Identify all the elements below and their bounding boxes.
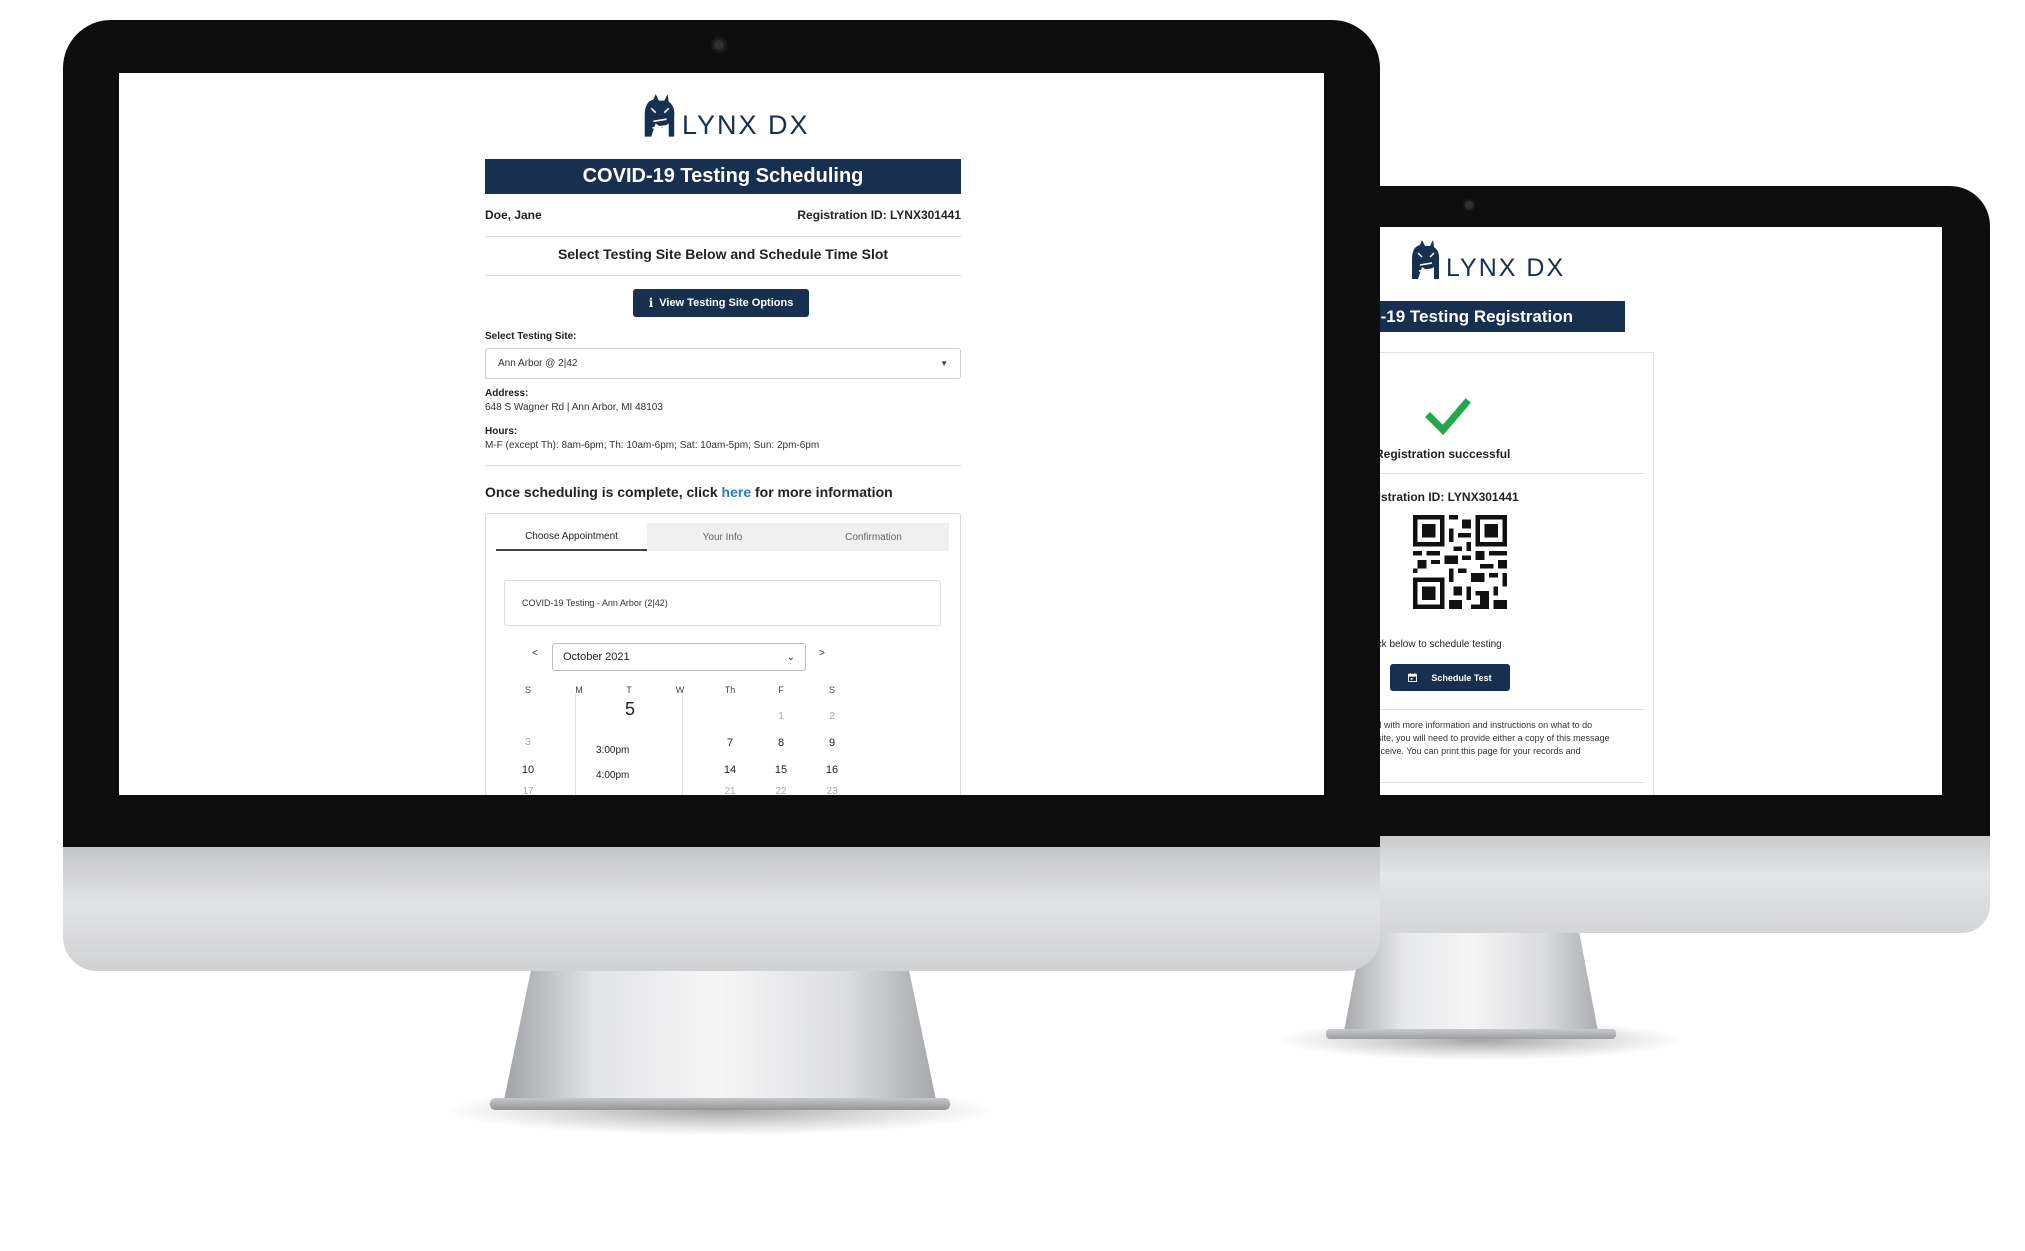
right-camera-icon <box>1463 199 1475 211</box>
caret-down-icon: ▼ <box>940 359 948 368</box>
scheduler-steps: Choose Appointment Your Info Confirmatio… <box>496 523 949 551</box>
qr-code-icon <box>1413 515 1507 609</box>
checkmark-icon <box>1425 398 1471 436</box>
page-subtitle: Select Testing Site Below and Schedule T… <box>557 246 889 262</box>
weekday-header: F <box>778 685 784 695</box>
left-camera-icon <box>711 37 727 53</box>
calendar-day[interactable]: 3 <box>508 737 548 748</box>
appointment-type-label: COVID-19 Testing - Ann Arbor (2|42) <box>522 598 668 608</box>
button-divider <box>1345 709 1644 710</box>
time-slot-popup: 5 3:00pm 4:00pm <box>575 693 683 795</box>
right-monitor: LYNX DX VID-19 Testing Registration Regi… <box>1330 186 1990 933</box>
weekday-header: Th <box>724 685 736 695</box>
tab-confirmation[interactable]: Confirmation <box>798 523 949 551</box>
schedule-test-label: Schedule Test <box>1431 672 1492 683</box>
more-info-link[interactable]: here <box>722 484 752 500</box>
info-line: Once scheduling is complete, click here … <box>485 484 961 500</box>
message-line: esting site. <box>1345 758 1653 771</box>
testing-site-select[interactable]: Ann Arbor @ 2|42 ▼ <box>485 348 961 379</box>
left-stand-foot <box>490 1098 950 1110</box>
view-testing-site-label: View Testing Site Options <box>659 297 794 309</box>
view-testing-site-options-button[interactable]: i View Testing Site Options <box>633 289 809 317</box>
right-stand-foot <box>1326 1029 1616 1039</box>
calendar-day[interactable]: 7 <box>710 737 750 749</box>
calendar-day[interactable]: 16 <box>812 764 852 776</box>
selected-day: 5 <box>624 699 635 719</box>
left-monitor-chin <box>63 847 1380 971</box>
testing-site-value: Ann Arbor @ 2|42 <box>498 358 578 369</box>
calendar-icon <box>1408 673 1418 682</box>
weekday-header: S <box>524 685 531 695</box>
left-stand-neck <box>504 970 936 1100</box>
patient-row: Doe, Jane Registration ID: LYNX301441 <box>485 208 961 226</box>
calendar-day[interactable]: 23 <box>812 786 852 795</box>
right-monitor-chin <box>1330 836 1990 933</box>
info-text-after: for more information <box>751 484 893 500</box>
left-header-title: COVID-19 Testing Scheduling <box>582 165 864 187</box>
stage: LYNX DX VID-19 Testing Registration Regi… <box>0 0 2025 1251</box>
chevron-down-icon: ⌄ <box>786 651 795 663</box>
left-logo: LYNX DX <box>640 93 810 141</box>
site-select-label: Select Testing Site: <box>485 331 577 342</box>
message-line: the testing site, you will need to provi… <box>1345 733 1610 743</box>
status-divider <box>1345 473 1644 474</box>
calendar-day[interactable]: 9 <box>812 737 852 749</box>
right-logo: LYNX DX <box>1408 239 1565 283</box>
right-page-header: VID-19 Testing Registration <box>1345 301 1625 332</box>
left-registration-id: Registration ID: LYNX301441 <box>797 208 961 222</box>
calendar-day[interactable]: 17 <box>508 786 548 795</box>
right-logo-text: LYNX DX <box>1446 254 1566 282</box>
weekday-header: S <box>828 685 835 695</box>
hours-value: M-F (except Th): 8am-6pm; Th: 10am-6pm; … <box>485 440 820 451</box>
message-divider <box>1345 782 1644 783</box>
time-slot[interactable]: 4:00pm <box>596 770 629 781</box>
left-monitor: LYNX DX COVID-19 Testing Scheduling Doe,… <box>63 20 1380 971</box>
divider <box>485 465 961 466</box>
left-logo-text: LYNX DX <box>682 110 810 140</box>
time-slot[interactable]: 3:00pm <box>596 745 629 756</box>
left-page-header: COVID-19 Testing Scheduling <box>485 159 961 194</box>
schedule-prompt: Click below to schedule testing <box>1365 639 1502 650</box>
calendar-day[interactable]: 10 <box>508 764 548 776</box>
tab-your-info[interactable]: Your Info <box>647 523 798 551</box>
hours-label: Hours: <box>485 426 518 437</box>
patient-name: Doe, Jane <box>485 208 542 222</box>
divider <box>485 275 961 276</box>
calendar-day[interactable]: 2 <box>812 711 852 722</box>
calendar-day[interactable]: 22 <box>761 786 801 795</box>
right-screen: LYNX DX VID-19 Testing Registration Regi… <box>1345 227 1942 795</box>
address-value: 648 S Wagner Rd | Ann Arbor, MI 48103 <box>485 402 663 413</box>
confirmation-message: nation email with more information and i… <box>1345 719 1653 771</box>
month-select[interactable]: October 2021 ⌄ <box>552 643 806 671</box>
next-month-button[interactable]: > <box>819 648 825 659</box>
info-icon: i <box>648 296 654 310</box>
lynx-cat-icon <box>1412 240 1440 279</box>
left-monitor-stand <box>490 970 950 1115</box>
message-line: nation email with more information and i… <box>1345 720 1593 730</box>
calendar-day[interactable]: 21 <box>710 786 750 795</box>
tab-choose-appointment[interactable]: Choose Appointment <box>496 523 647 551</box>
calendar-day[interactable]: 15 <box>761 764 801 776</box>
registration-status-text: Registration successful <box>1375 447 1511 461</box>
calendar-day[interactable]: 14 <box>710 764 750 776</box>
divider <box>485 236 961 237</box>
schedule-test-button[interactable]: Schedule Test <box>1390 664 1510 691</box>
left-screen: LYNX DX COVID-19 Testing Scheduling Doe,… <box>119 73 1324 795</box>
calendar-day[interactable]: 8 <box>761 737 801 749</box>
message-line: n you will receive. You can print this p… <box>1345 746 1581 756</box>
prev-month-button[interactable]: < <box>532 648 538 659</box>
address-label: Address: <box>485 388 529 399</box>
month-value: October 2021 <box>563 651 630 663</box>
calendar-day[interactable]: 1 <box>761 711 801 722</box>
lynx-cat-icon <box>644 94 675 137</box>
right-header-title: VID-19 Testing Registration <box>1352 306 1573 326</box>
appointment-type-box[interactable]: COVID-19 Testing - Ann Arbor (2|42) <box>504 580 941 626</box>
info-text-before: Once scheduling is complete, click <box>485 484 722 500</box>
